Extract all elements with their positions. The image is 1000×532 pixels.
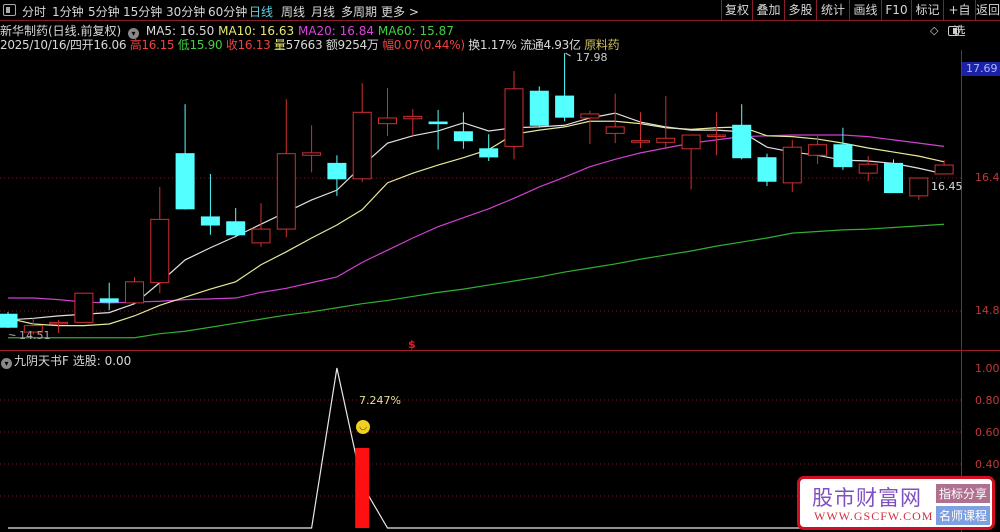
signal-bar: [355, 448, 370, 528]
price-axis-line: [961, 50, 962, 532]
candle-up: [504, 88, 524, 147]
candle-up: [302, 152, 322, 156]
candle-up: [352, 111, 372, 180]
candle-up: [49, 321, 69, 325]
indicator-title[interactable]: 九阴天书F: [14, 354, 69, 368]
axis-divider: [961, 350, 1000, 351]
candle-down: [833, 144, 853, 168]
candle-down: [99, 298, 119, 303]
candle-down: [884, 162, 903, 194]
candle-down: [200, 216, 220, 226]
candle-up: [125, 281, 144, 304]
candle-down: [428, 121, 448, 125]
candle-down: [175, 153, 195, 210]
indicator-annotation: 7.247%: [359, 394, 401, 407]
candle-up: [605, 126, 625, 134]
candle-up: [858, 163, 878, 174]
kline-chart[interactable]: [0, 0, 961, 532]
panel-divider[interactable]: [0, 350, 961, 351]
indicator-title-line: ▾ 九阴天书F 选股: 0.00: [0, 352, 131, 369]
candle-up: [403, 115, 423, 120]
candle-up: [934, 164, 954, 175]
candle-down: [529, 90, 549, 126]
candle-up: [909, 177, 929, 197]
watermark-name: 股市财富网: [812, 486, 922, 510]
ma60-line: [8, 223, 945, 339]
high-marker-leader: [565, 52, 571, 57]
candle-down: [479, 148, 499, 158]
candle-down: [327, 162, 347, 180]
candle-up: [378, 117, 397, 125]
toolbar-button-8[interactable]: 返回: [975, 0, 1000, 21]
watermark-url: WWW.GSCFW.COM: [814, 509, 934, 523]
watermark-logo: 股市财富网 WWW.GSCFW.COM 指标分享 名师课程: [797, 476, 995, 530]
watermark-tag-course: 名师课程: [936, 506, 991, 525]
price-label: 14.80: [975, 304, 1000, 317]
candle-up: [782, 146, 802, 184]
low-marker-leader: [9, 334, 16, 337]
price-label: 16.44: [975, 171, 1000, 184]
candle-up: [681, 134, 701, 150]
watermark-tag-share: 指标分享: [936, 484, 991, 503]
candle-up: [656, 137, 676, 143]
indicator-axis-label: 0.60: [975, 426, 1000, 439]
low-marker: 14.51: [19, 329, 51, 342]
candle-up: [808, 144, 828, 156]
indicator-axis-label: 1.00: [975, 362, 1000, 375]
signal-dollar-icon: $: [408, 338, 416, 351]
smiley-icon: ◡: [356, 420, 370, 434]
candle-up: [276, 153, 296, 230]
current-price-tag: 17.69: [962, 62, 1000, 76]
candle-up: [580, 113, 600, 119]
candle-down: [732, 124, 752, 159]
candle-up: [74, 292, 94, 323]
candle-down: [757, 157, 777, 182]
candle-up: [150, 218, 170, 284]
indicator-dropdown-icon[interactable]: ▾: [1, 358, 12, 369]
candle-down: [555, 95, 575, 118]
ma5-line: [7, 112, 945, 321]
candle-down: [0, 313, 18, 328]
candle-down: [226, 221, 246, 236]
high-marker: 17.98: [576, 51, 608, 64]
last-price-marker: 16.45: [931, 180, 963, 193]
candle-down: [453, 131, 473, 142]
candle-up: [631, 140, 650, 143]
ma20-line: [8, 134, 945, 304]
indicator-axis-label: 0.80: [975, 394, 1000, 407]
indicator-value: 选股: 0.00: [72, 354, 132, 368]
candle-up: [251, 228, 271, 244]
candle-up: [706, 134, 726, 138]
indicator-axis-label: 0.40: [975, 458, 1000, 471]
ma10-line: [7, 120, 945, 327]
